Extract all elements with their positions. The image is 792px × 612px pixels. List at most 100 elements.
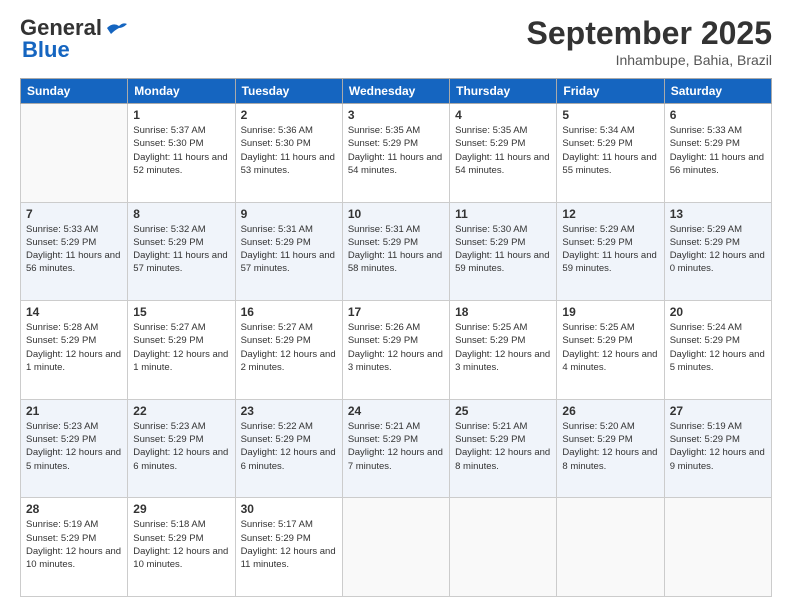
day-number: 7 xyxy=(26,207,122,221)
table-row: 9 Sunrise: 5:31 AM Sunset: 5:29 PM Dayli… xyxy=(235,202,342,301)
col-monday: Monday xyxy=(128,79,235,104)
daylight-text: Daylight: 11 hours and 59 minutes. xyxy=(562,250,656,274)
day-number: 19 xyxy=(562,305,658,319)
sunrise-text: Sunrise: 5:34 AM xyxy=(562,125,634,136)
sunset-text: Sunset: 5:29 PM xyxy=(348,138,418,149)
sunrise-text: Sunrise: 5:21 AM xyxy=(348,421,420,432)
table-row: 25 Sunrise: 5:21 AM Sunset: 5:29 PM Dayl… xyxy=(450,399,557,498)
sunrise-text: Sunrise: 5:35 AM xyxy=(348,125,420,136)
col-wednesday: Wednesday xyxy=(342,79,449,104)
sunrise-text: Sunrise: 5:33 AM xyxy=(26,224,98,235)
sunset-text: Sunset: 5:29 PM xyxy=(455,237,525,248)
day-number: 25 xyxy=(455,404,551,418)
sunset-text: Sunset: 5:29 PM xyxy=(562,237,632,248)
table-row: 12 Sunrise: 5:29 AM Sunset: 5:29 PM Dayl… xyxy=(557,202,664,301)
sunset-text: Sunset: 5:29 PM xyxy=(133,434,203,445)
table-row: 10 Sunrise: 5:31 AM Sunset: 5:29 PM Dayl… xyxy=(342,202,449,301)
day-number: 11 xyxy=(455,207,551,221)
day-number: 6 xyxy=(670,108,766,122)
sunset-text: Sunset: 5:29 PM xyxy=(26,533,96,544)
table-row: 5 Sunrise: 5:34 AM Sunset: 5:29 PM Dayli… xyxy=(557,104,664,203)
table-row: 19 Sunrise: 5:25 AM Sunset: 5:29 PM Dayl… xyxy=(557,301,664,400)
day-number: 9 xyxy=(241,207,337,221)
table-row xyxy=(450,498,557,597)
table-row: 14 Sunrise: 5:28 AM Sunset: 5:29 PM Dayl… xyxy=(21,301,128,400)
table-row: 15 Sunrise: 5:27 AM Sunset: 5:29 PM Dayl… xyxy=(128,301,235,400)
table-row: 29 Sunrise: 5:18 AM Sunset: 5:29 PM Dayl… xyxy=(128,498,235,597)
day-info: Sunrise: 5:29 AM Sunset: 5:29 PM Dayligh… xyxy=(670,223,766,276)
day-number: 18 xyxy=(455,305,551,319)
table-row xyxy=(342,498,449,597)
sunset-text: Sunset: 5:29 PM xyxy=(562,434,632,445)
sunrise-text: Sunrise: 5:27 AM xyxy=(133,322,205,333)
sunset-text: Sunset: 5:29 PM xyxy=(455,335,525,346)
daylight-text: Daylight: 12 hours and 5 minutes. xyxy=(26,447,121,471)
table-row: 11 Sunrise: 5:30 AM Sunset: 5:29 PM Dayl… xyxy=(450,202,557,301)
day-number: 14 xyxy=(26,305,122,319)
sunrise-text: Sunrise: 5:30 AM xyxy=(455,224,527,235)
day-info: Sunrise: 5:35 AM Sunset: 5:29 PM Dayligh… xyxy=(455,124,551,177)
daylight-text: Daylight: 12 hours and 6 minutes. xyxy=(241,447,336,471)
sunset-text: Sunset: 5:29 PM xyxy=(26,434,96,445)
day-number: 4 xyxy=(455,108,551,122)
sunrise-text: Sunrise: 5:31 AM xyxy=(348,224,420,235)
day-info: Sunrise: 5:22 AM Sunset: 5:29 PM Dayligh… xyxy=(241,420,337,473)
day-info: Sunrise: 5:23 AM Sunset: 5:29 PM Dayligh… xyxy=(133,420,229,473)
col-tuesday: Tuesday xyxy=(235,79,342,104)
sunrise-text: Sunrise: 5:25 AM xyxy=(455,322,527,333)
table-row: 2 Sunrise: 5:36 AM Sunset: 5:30 PM Dayli… xyxy=(235,104,342,203)
day-info: Sunrise: 5:19 AM Sunset: 5:29 PM Dayligh… xyxy=(26,518,122,571)
table-row: 7 Sunrise: 5:33 AM Sunset: 5:29 PM Dayli… xyxy=(21,202,128,301)
sunset-text: Sunset: 5:29 PM xyxy=(241,335,311,346)
sunset-text: Sunset: 5:29 PM xyxy=(133,533,203,544)
daylight-text: Daylight: 11 hours and 57 minutes. xyxy=(241,250,335,274)
sunrise-text: Sunrise: 5:25 AM xyxy=(562,322,634,333)
table-row: 30 Sunrise: 5:17 AM Sunset: 5:29 PM Dayl… xyxy=(235,498,342,597)
col-friday: Friday xyxy=(557,79,664,104)
sunset-text: Sunset: 5:30 PM xyxy=(133,138,203,149)
day-number: 3 xyxy=(348,108,444,122)
daylight-text: Daylight: 11 hours and 58 minutes. xyxy=(348,250,442,274)
table-row: 20 Sunrise: 5:24 AM Sunset: 5:29 PM Dayl… xyxy=(664,301,771,400)
sunset-text: Sunset: 5:29 PM xyxy=(348,237,418,248)
table-row: 13 Sunrise: 5:29 AM Sunset: 5:29 PM Dayl… xyxy=(664,202,771,301)
sunset-text: Sunset: 5:29 PM xyxy=(133,237,203,248)
table-row: 22 Sunrise: 5:23 AM Sunset: 5:29 PM Dayl… xyxy=(128,399,235,498)
sunrise-text: Sunrise: 5:23 AM xyxy=(26,421,98,432)
day-number: 29 xyxy=(133,502,229,516)
day-info: Sunrise: 5:33 AM Sunset: 5:29 PM Dayligh… xyxy=(670,124,766,177)
table-row: 17 Sunrise: 5:26 AM Sunset: 5:29 PM Dayl… xyxy=(342,301,449,400)
page: General Blue September 2025 Inhambupe, B… xyxy=(0,0,792,612)
day-info: Sunrise: 5:25 AM Sunset: 5:29 PM Dayligh… xyxy=(455,321,551,374)
day-number: 22 xyxy=(133,404,229,418)
daylight-text: Daylight: 12 hours and 4 minutes. xyxy=(562,349,657,373)
calendar-week-row: 7 Sunrise: 5:33 AM Sunset: 5:29 PM Dayli… xyxy=(21,202,772,301)
day-info: Sunrise: 5:23 AM Sunset: 5:29 PM Dayligh… xyxy=(26,420,122,473)
sunrise-text: Sunrise: 5:21 AM xyxy=(455,421,527,432)
day-info: Sunrise: 5:21 AM Sunset: 5:29 PM Dayligh… xyxy=(455,420,551,473)
sunset-text: Sunset: 5:29 PM xyxy=(562,335,632,346)
table-row: 21 Sunrise: 5:23 AM Sunset: 5:29 PM Dayl… xyxy=(21,399,128,498)
sunrise-text: Sunrise: 5:19 AM xyxy=(26,519,98,530)
table-row xyxy=(21,104,128,203)
calendar-week-row: 1 Sunrise: 5:37 AM Sunset: 5:30 PM Dayli… xyxy=(21,104,772,203)
day-number: 20 xyxy=(670,305,766,319)
daylight-text: Daylight: 12 hours and 0 minutes. xyxy=(670,250,765,274)
header: General Blue September 2025 Inhambupe, B… xyxy=(20,15,772,68)
table-row: 6 Sunrise: 5:33 AM Sunset: 5:29 PM Dayli… xyxy=(664,104,771,203)
day-number: 28 xyxy=(26,502,122,516)
daylight-text: Daylight: 12 hours and 10 minutes. xyxy=(133,546,228,570)
day-info: Sunrise: 5:32 AM Sunset: 5:29 PM Dayligh… xyxy=(133,223,229,276)
sunset-text: Sunset: 5:29 PM xyxy=(241,434,311,445)
daylight-text: Daylight: 11 hours and 59 minutes. xyxy=(455,250,549,274)
day-number: 15 xyxy=(133,305,229,319)
daylight-text: Daylight: 11 hours and 54 minutes. xyxy=(455,152,549,176)
sunset-text: Sunset: 5:29 PM xyxy=(670,138,740,149)
daylight-text: Daylight: 11 hours and 54 minutes. xyxy=(348,152,442,176)
day-info: Sunrise: 5:18 AM Sunset: 5:29 PM Dayligh… xyxy=(133,518,229,571)
day-number: 17 xyxy=(348,305,444,319)
table-row: 1 Sunrise: 5:37 AM Sunset: 5:30 PM Dayli… xyxy=(128,104,235,203)
table-row: 26 Sunrise: 5:20 AM Sunset: 5:29 PM Dayl… xyxy=(557,399,664,498)
col-saturday: Saturday xyxy=(664,79,771,104)
sunset-text: Sunset: 5:29 PM xyxy=(455,434,525,445)
